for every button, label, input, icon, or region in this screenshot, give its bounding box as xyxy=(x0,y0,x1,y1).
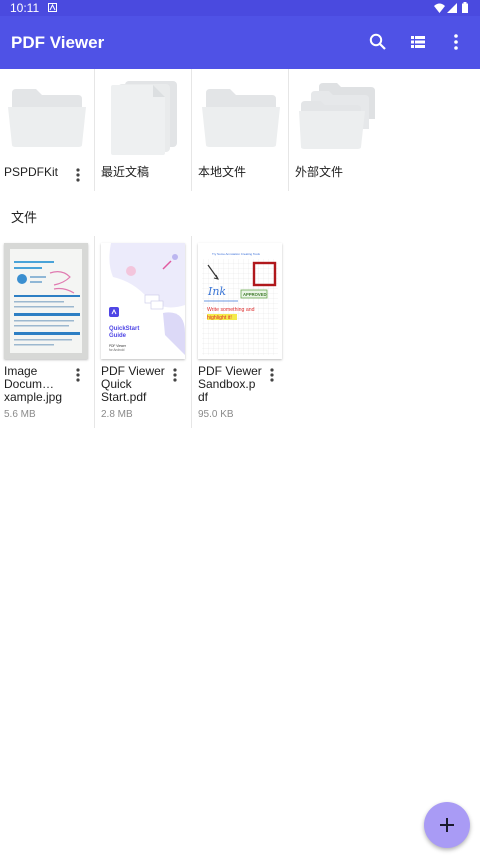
documents-icon xyxy=(111,81,177,155)
document-scan-image xyxy=(10,249,82,353)
file-thumbnail: Try Some Annotation Creating Tools Ink A… xyxy=(198,243,282,359)
more-vert-icon[interactable] xyxy=(74,367,82,383)
thumb-text: highlight it! xyxy=(207,315,232,321)
file-size: 95.0 KB xyxy=(198,409,234,420)
folder-label: 最近文稿 xyxy=(101,165,150,179)
file-item-quick-start[interactable]: QuickStart Guide PDF Viewer for Android … xyxy=(97,236,193,428)
folders-icon xyxy=(299,83,375,149)
list-view-icon xyxy=(411,36,425,48)
folder-icon xyxy=(8,89,86,147)
status-time: 10:11 xyxy=(10,1,40,15)
app-bar: PDF Viewer xyxy=(0,16,480,69)
thumb-stamp: APPROVED xyxy=(243,292,267,297)
folder-item-external[interactable]: 外部文件 xyxy=(291,69,387,191)
file-name-line: df xyxy=(198,390,209,404)
folder-label: 本地文件 xyxy=(198,165,247,179)
search-icon xyxy=(369,33,386,50)
folder-label: PSPDFKit xyxy=(4,165,59,179)
file-name-line: xample.jpg xyxy=(4,390,63,404)
battery-icon xyxy=(462,2,468,13)
more-vert-icon[interactable] xyxy=(74,167,82,183)
folder-label: 外部文件 xyxy=(295,165,344,179)
quickstart-cover-image: QuickStart Guide PDF Viewer for Android xyxy=(101,243,185,359)
wifi-icon xyxy=(434,3,445,13)
folder-icon xyxy=(202,89,280,147)
thumb-ink: Ink xyxy=(207,285,226,298)
thumb-subtitle: for Android xyxy=(109,348,125,352)
folder-item-recent[interactable]: 最近文稿 xyxy=(97,69,193,191)
notification-icon xyxy=(48,3,57,12)
file-size: 2.8 MB xyxy=(101,409,133,420)
file-thumbnail: QuickStart Guide PDF Viewer for Android xyxy=(101,243,185,359)
file-item-sandbox[interactable]: Try Some Annotation Creating Tools Ink A… xyxy=(194,236,290,428)
files-section-title: 文件 xyxy=(11,210,38,225)
thumb-title: QuickStart xyxy=(109,326,139,332)
file-size: 5.6 MB xyxy=(4,409,36,420)
folder-item-local[interactable]: 本地文件 xyxy=(194,69,290,191)
view-toggle-button[interactable] xyxy=(404,28,432,56)
overflow-menu-button[interactable] xyxy=(442,28,470,56)
add-fab-button[interactable] xyxy=(424,802,470,848)
folder-item-pspdfkit[interactable]: PSPDFKit xyxy=(0,69,96,191)
thumb-title: Guide xyxy=(109,333,127,339)
file-name-line: Start.pdf xyxy=(101,390,147,404)
search-button[interactable] xyxy=(364,28,392,56)
app-title: PDF Viewer xyxy=(11,33,105,52)
more-vert-icon[interactable] xyxy=(171,367,179,383)
more-vert-icon[interactable] xyxy=(268,367,276,383)
thumb-header: Try Some Annotation Creating Tools xyxy=(212,252,260,256)
status-bar: 10:11 xyxy=(0,0,480,16)
signal-icon xyxy=(447,3,457,13)
sandbox-cover-image: Try Some Annotation Creating Tools Ink A… xyxy=(198,243,282,359)
more-vert-icon xyxy=(454,34,458,50)
file-item-image-document[interactable]: Image Docum… xample.jpg 5.6 MB xyxy=(0,236,96,428)
plus-icon xyxy=(440,818,454,832)
thumb-text: Write something and xyxy=(207,307,255,313)
file-thumbnail xyxy=(4,243,88,359)
